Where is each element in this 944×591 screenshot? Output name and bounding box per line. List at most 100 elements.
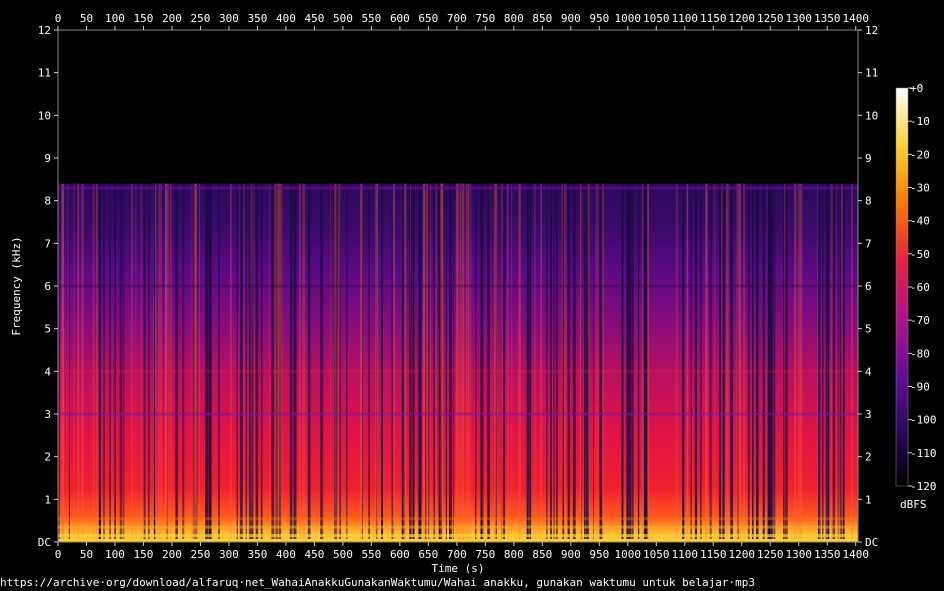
- spectrogram-stripe: [637, 183, 640, 539]
- spectrogram-stripe: [842, 183, 845, 539]
- spectrogram-stripe: [458, 183, 460, 539]
- spectrogram-stripe: [346, 183, 348, 539]
- x-tick-label: 850: [532, 548, 552, 561]
- spectrogram-stripe: [140, 183, 143, 539]
- spectrogram-stripe: [191, 183, 193, 539]
- colorbar-tick-label: -40: [910, 215, 930, 228]
- spectrogram-stripe: [362, 183, 363, 539]
- spectrogram-band-line: [58, 534, 858, 538]
- x-tick-label: 500: [333, 12, 353, 25]
- x-tick-label: 450: [304, 548, 324, 561]
- x-tick-label: 400: [276, 548, 296, 561]
- colorbar-tick-label: -30: [910, 182, 930, 195]
- x-tick-label: 250: [191, 12, 211, 25]
- spectrogram-stripe: [182, 183, 185, 539]
- y-tick-label: 8: [865, 195, 872, 208]
- x-tick-label: 150: [134, 12, 154, 25]
- y-tick-label: 7: [865, 237, 872, 250]
- x-tick-label: 50: [80, 548, 93, 561]
- x-tick-label: 0: [55, 12, 62, 25]
- y-tick-label: 8: [44, 195, 51, 208]
- spectrogram-stripe: [501, 183, 504, 539]
- spectrogram-stripe: [292, 183, 294, 539]
- x-tick-label: 1100: [672, 12, 699, 25]
- x-tick-label: 750: [475, 548, 495, 561]
- y-tick-label: 6: [44, 280, 51, 293]
- y-tick-label: 3: [865, 408, 872, 421]
- spectrogram-stripe: [236, 183, 238, 539]
- colorbar-tick-label: -110: [910, 447, 937, 460]
- x-tick-label: 200: [162, 12, 182, 25]
- spectrogram-stripe: [205, 183, 208, 539]
- spectrogram-stripe: [276, 183, 279, 539]
- spectrogram-stripe: [773, 183, 776, 539]
- colorbar-tick-label: -20: [910, 148, 930, 161]
- spectrogram-stripe: [595, 183, 597, 539]
- x-tick-label: 900: [561, 548, 581, 561]
- spectrogram-stripe: [425, 183, 429, 539]
- spectrogram-stripe: [412, 183, 415, 539]
- spectrogram-stripe: [601, 183, 605, 539]
- spectrogram-stripe: [123, 183, 125, 539]
- spectrogram-stripe: [230, 183, 232, 539]
- spectrogram-stripe: [245, 183, 247, 539]
- colorbar-tick-label: -10: [910, 115, 930, 128]
- spectrogram-stripe: [289, 183, 292, 539]
- colorbar-tick-label: -60: [910, 281, 930, 294]
- spectrogram-stripe: [597, 183, 599, 539]
- spectrogram-stripe: [159, 183, 163, 539]
- spectrogram-stripe: [243, 183, 245, 539]
- colorbar-tick-label: -100: [910, 414, 937, 427]
- x-tick-label: 700: [447, 548, 467, 561]
- spectrogram-stripe: [511, 183, 513, 539]
- spectrogram-stripe: [114, 183, 116, 539]
- spectrogram-stripe: [68, 183, 70, 539]
- spectrogram-stripe: [631, 183, 634, 539]
- spectrogram-band-line: [58, 369, 858, 373]
- y-tick-label: DC: [865, 536, 878, 549]
- spectrogram-stripe: [722, 183, 725, 539]
- spectrogram-stripe: [700, 183, 702, 539]
- x-tick-label: 550: [361, 548, 381, 561]
- colorbar-label: dBFS: [900, 498, 927, 511]
- x-tick-label: 900: [561, 12, 581, 25]
- spectrogram-stripe: [294, 183, 296, 539]
- spectrogram-stripe: [647, 183, 649, 539]
- x-tick-label: 100: [105, 12, 125, 25]
- spectrogram-stripe: [714, 183, 716, 539]
- x-tick-label: 350: [247, 548, 267, 561]
- spectrogram-stripe: [307, 183, 311, 539]
- spectrogram-stripe: [92, 183, 95, 539]
- colorbar-tick-label: -90: [910, 381, 930, 394]
- spectrogram-stripe: [507, 183, 509, 539]
- x-tick-label: 150: [134, 548, 154, 561]
- x-tick-label: 700: [447, 12, 467, 25]
- spectrogram-stripe: [818, 183, 821, 539]
- x-tick-label: 1100: [672, 548, 699, 561]
- spectrogram-stripe: [435, 183, 437, 539]
- spectrogram-stripe: [208, 183, 212, 539]
- spectrogram-stripe: [527, 183, 530, 539]
- spectrogram-stripe: [572, 183, 576, 539]
- x-tick-label: 1400: [842, 548, 869, 561]
- x-tick-label: 600: [390, 12, 410, 25]
- colorbar-ticks: +0 -10 -20 -30 -40 -50 -60 -70 -80 -90 -100 -110 -12…: [908, 82, 937, 493]
- spectrogram-stripe: [718, 183, 722, 539]
- y-tick-label: 2: [865, 451, 872, 464]
- spectrogram-stripe: [330, 183, 331, 539]
- spectrogram-stripe: [281, 183, 283, 539]
- spectrogram-stripe: [579, 183, 582, 539]
- spectrogram-stripe: [194, 183, 198, 539]
- spectrogram-stripe: [218, 183, 220, 539]
- x-tick-label: 1350: [814, 548, 841, 561]
- spectrogram-stripe: [825, 183, 828, 539]
- y-tick-label: 1: [44, 493, 51, 506]
- x-tick-label: 650: [418, 548, 438, 561]
- colorbar-tick-label: -120: [910, 480, 937, 493]
- x-tick-label: 0: [55, 548, 62, 561]
- spectrogram-stripe: [555, 183, 558, 539]
- spectrogram-stripe: [119, 183, 123, 539]
- spectrogram-stripe: [175, 183, 178, 539]
- y-tick-label: 10: [865, 109, 878, 122]
- spectrogram-stripe: [743, 183, 745, 539]
